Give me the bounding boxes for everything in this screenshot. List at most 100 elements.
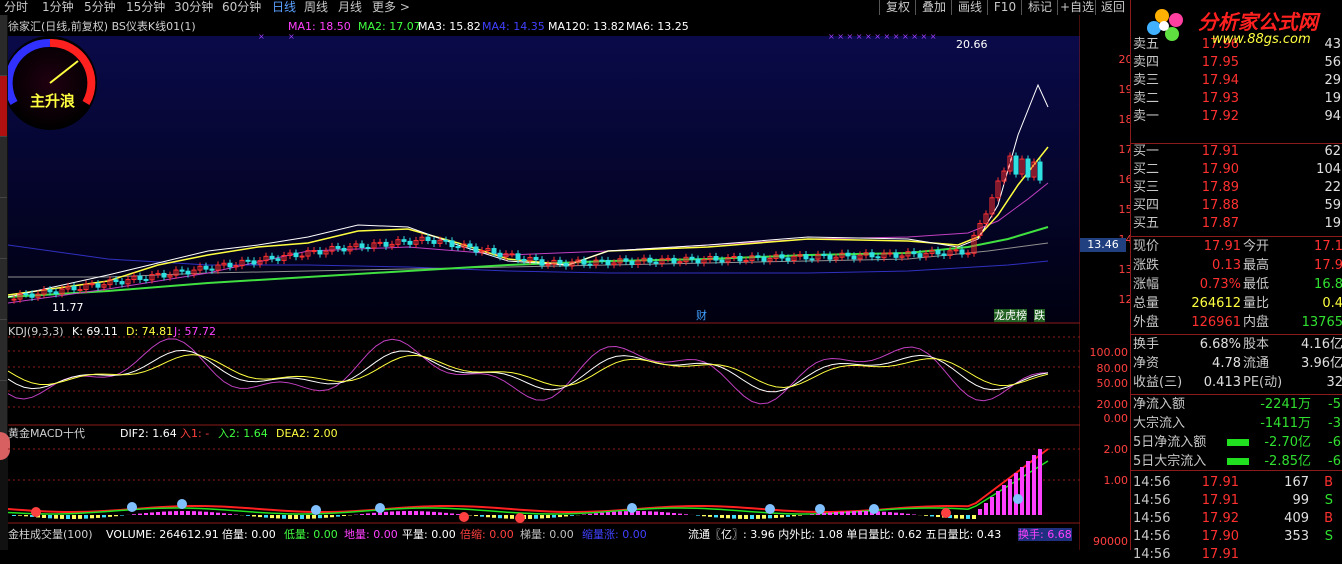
macd-histogram-bar [534, 515, 538, 519]
draw-line-button[interactable]: 画线 [951, 0, 988, 15]
flow-label: 净流入额 [1133, 396, 1185, 414]
ma120-label: MA120: 13.82 [548, 20, 625, 33]
macd-histogram-bar [168, 511, 172, 515]
macd-signal-dot [177, 499, 187, 509]
macd-y-tick: 1.00 [1082, 474, 1128, 487]
flow-label: 5日大宗流入 [1133, 453, 1206, 471]
candle-body [450, 241, 454, 247]
candle-body [744, 260, 748, 261]
macd-histogram-bar [402, 511, 406, 515]
candle-body [114, 280, 118, 282]
macd-histogram-bar [210, 512, 214, 515]
candle-body [228, 263, 232, 267]
period-tab-1min[interactable]: 1分钟 [42, 0, 74, 15]
candle-body [720, 260, 724, 262]
f10-button[interactable]: F10 [987, 0, 1022, 15]
quote-label: 总量 [1133, 295, 1159, 313]
flow-label: 5日净流入额 [1133, 434, 1206, 452]
tick-row: 14:5617.92409B [1131, 510, 1342, 528]
bid-volume: 19 [1291, 215, 1341, 233]
mark-button[interactable]: 标记 [1021, 0, 1058, 15]
candle-body [810, 259, 814, 260]
period-tab-daily[interactable]: 日线 [272, 0, 296, 15]
macd-histogram-bar [840, 512, 844, 515]
candle-body [522, 259, 526, 260]
macd-histogram-bar [450, 513, 454, 515]
candle-body [510, 254, 514, 255]
candle-body [876, 257, 880, 258]
side-tab-kline[interactable] [0, 76, 7, 137]
panel-separator [1131, 470, 1342, 471]
macd-histogram-bar [222, 513, 226, 515]
event-tag-finance[interactable]: 财 [696, 309, 707, 322]
macd-histogram-bar [966, 515, 970, 519]
quote-row: 现价17.91今开17.1 [1131, 238, 1342, 256]
macd-histogram-bar [432, 512, 436, 515]
macd-histogram-bar [606, 512, 610, 515]
period-tab-15min[interactable]: 15分钟 [126, 0, 165, 15]
macd-histogram-bar [12, 515, 16, 516]
event-tag-dragon-tiger[interactable]: 龙虎榜 [994, 309, 1027, 322]
period-tab-monthly[interactable]: 月线 [338, 0, 362, 15]
period-tab-5min[interactable]: 5分钟 [84, 0, 116, 15]
tick-volume: 99 [1255, 492, 1309, 510]
tick-time: 14:56 [1133, 510, 1170, 528]
macd-histogram-bar [492, 515, 496, 518]
tick-price: 17.90 [1171, 528, 1239, 546]
panel-separator [1131, 394, 1342, 395]
quote-value: 0.73% [1171, 276, 1241, 294]
macd-histogram-bar [510, 515, 514, 519]
add-watchlist-button[interactable]: +自选 [1057, 0, 1096, 15]
macd-histogram-bar [1014, 473, 1018, 515]
flow-bar [1227, 439, 1249, 446]
candle-body [246, 260, 250, 261]
side-tab-timeshare[interactable] [0, 15, 7, 76]
period-tab-60min[interactable]: 60分钟 [222, 0, 261, 15]
period-toolbar: 分时 1分钟 5分钟 15分钟 30分钟 60分钟 日线 周线 月线 更多 > … [0, 0, 1130, 15]
macd-histogram-bar [60, 515, 64, 519]
period-tab-more[interactable]: 更多 > [372, 0, 410, 15]
quote-panel: 卖五17.9643卖四17.9556卖三17.9429卖二17.9319卖一17… [1130, 0, 1342, 550]
quote-value: 17.1 [1281, 238, 1342, 256]
adjust-button[interactable]: 复权 [879, 0, 916, 15]
quote-value: 13765 [1281, 314, 1342, 332]
candle-body [1026, 159, 1030, 177]
macd-histogram-bar [924, 515, 928, 516]
candle-body [828, 255, 832, 259]
period-tab-timeshare[interactable]: 分时 [4, 0, 28, 15]
back-button[interactable]: 返回 [1095, 0, 1130, 15]
quote-label: 涨跌 [1133, 257, 1159, 275]
macd-histogram-bar [384, 512, 388, 515]
overlay-button[interactable]: 叠加 [915, 0, 952, 15]
side-tab-analysis[interactable] [0, 137, 7, 198]
event-tag-fall[interactable]: 跌 [1034, 309, 1045, 322]
candle-body [384, 242, 388, 246]
current-price-tag: 13.46 [1080, 238, 1126, 252]
side-tab-period[interactable] [0, 320, 7, 381]
candle-body [654, 262, 658, 263]
side-tab-finance[interactable] [0, 198, 7, 259]
kdj-y-tick: 50.00 [1082, 377, 1128, 390]
macd-histogram-bar [360, 514, 364, 515]
macd-histogram-bar [192, 511, 196, 515]
macd-histogram-bar [294, 515, 298, 519]
candle-body [762, 257, 766, 261]
period-tab-30min[interactable]: 30分钟 [174, 0, 213, 15]
tick-row: 14:5617.91 [1131, 546, 1342, 564]
candle-body [630, 261, 634, 264]
macd-histogram-bar [186, 511, 190, 515]
period-tab-weekly[interactable]: 周线 [304, 0, 328, 15]
macd-histogram-bar [978, 509, 982, 515]
bid-price: 17.87 [1171, 215, 1239, 233]
macd-histogram-bar [684, 514, 688, 515]
macd-series [8, 449, 1048, 523]
flow-label: 大宗流入 [1133, 415, 1185, 433]
candle-body [252, 261, 256, 264]
turnover-label: 换手: 6.68 [1018, 528, 1072, 541]
side-tab-news[interactable] [0, 259, 7, 320]
stats-row: 净资4.78流通3.96亿 [1131, 355, 1342, 373]
macd-histogram-bar [144, 513, 148, 515]
volume-title: 金柱成交量(100) [8, 528, 93, 541]
bid-volume: 59 [1291, 197, 1341, 215]
candle-body [78, 290, 82, 291]
